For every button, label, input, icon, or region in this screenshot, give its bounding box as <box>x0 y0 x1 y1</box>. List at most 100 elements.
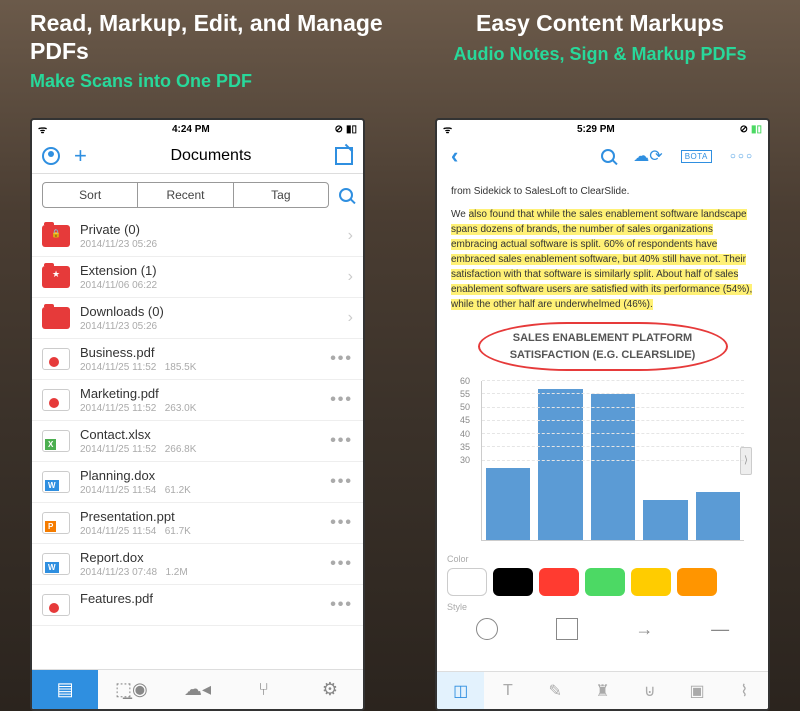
nav-title: Documents <box>170 147 251 165</box>
tab-share[interactable]: ⑂ <box>231 670 297 709</box>
style-palette: → ― <box>437 612 768 650</box>
file-more-button[interactable]: ••• <box>330 596 353 614</box>
tool-link[interactable]: ⌇ <box>721 672 768 709</box>
search-icon[interactable] <box>601 149 615 163</box>
file-icon <box>42 512 70 534</box>
chart-title: SALES ENABLEMENT PLATFORMSATISFACTION (E… <box>478 322 728 371</box>
file-row[interactable]: Features.pdf ••• <box>32 585 363 626</box>
color-palette <box>437 564 768 600</box>
status-bar: ᯤ 4:24 PM ⊘▮▯ <box>32 120 363 138</box>
orientation-lock-icon: ⊘ <box>335 124 343 135</box>
tab-settings[interactable]: ⚙ <box>297 670 363 709</box>
document-body[interactable]: from Sidekick to SalesLoft to ClearSlide… <box>437 174 768 551</box>
file-row[interactable]: Planning.dox 2014/11/25 11:54 61.2K ••• <box>32 462 363 503</box>
folder-row[interactable]: Private (0)2014/11/23 05:26› <box>32 216 363 257</box>
color-swatch[interactable] <box>631 568 671 596</box>
file-icon <box>42 594 70 616</box>
folder-row[interactable]: Extension (1) 2014/11/06 06:22 › <box>32 257 363 298</box>
markup-tabbar: ◫ T ✎ ♜ ⊍ ▣ ⌇ <box>437 671 768 709</box>
tool-text[interactable]: T <box>484 672 531 709</box>
file-name: Planning.dox <box>80 468 320 483</box>
file-name: Contact.xlsx <box>80 427 320 442</box>
nav-bar: + Documents <box>32 138 363 174</box>
file-icon <box>42 348 70 370</box>
color-swatch[interactable] <box>493 568 533 596</box>
file-more-button[interactable]: ••• <box>330 432 353 450</box>
file-row[interactable]: Marketing.pdf2014/11/25 11:52 263.0K••• <box>32 380 363 421</box>
color-swatch[interactable] <box>447 568 487 596</box>
chart-ytick: 40 <box>460 427 470 441</box>
file-more-button[interactable]: ••• <box>330 514 353 532</box>
tab-camera[interactable]: ⬚̲◉ <box>98 670 164 709</box>
chart-bar <box>591 394 635 540</box>
folder-row[interactable]: Downloads (0)2014/11/23 05:26› <box>32 298 363 339</box>
document-list[interactable]: Private (0)2014/11/23 05:26›Extension (1… <box>32 216 363 626</box>
file-more-button[interactable]: ••• <box>330 555 353 573</box>
cloud-sync-icon[interactable]: ☁⟳ <box>633 146 662 166</box>
folder-name: Extension (1) <box>80 263 338 278</box>
promo-right-title: Easy Content Markups <box>420 10 780 38</box>
file-row[interactable]: Report.dox2014/11/23 07:48 1.2M••• <box>32 544 363 585</box>
more-button[interactable]: ○○○ <box>730 151 754 162</box>
chart-ytick: 55 <box>460 388 470 402</box>
file-meta: 2014/11/25 11:54 61.2K <box>80 485 320 496</box>
tool-stamp[interactable]: ♜ <box>579 672 626 709</box>
cloud-download-icon: ☁◂ <box>184 679 211 700</box>
chevron-right-icon: › <box>348 268 353 286</box>
camera-icon: ⬚̲◉ <box>115 679 148 700</box>
style-line[interactable]: ― <box>711 619 729 640</box>
profile-icon[interactable] <box>42 147 60 165</box>
add-button[interactable]: + <box>74 143 87 169</box>
file-name: Business.pdf <box>80 345 320 360</box>
bota-button[interactable]: BOTA <box>681 150 712 163</box>
compose-button[interactable] <box>335 147 353 165</box>
color-swatch[interactable] <box>585 568 625 596</box>
search-icon[interactable] <box>339 188 353 202</box>
color-swatch[interactable] <box>677 568 717 596</box>
folder-icon <box>42 225 70 247</box>
tool-audio[interactable]: ⊍ <box>626 672 673 709</box>
segmented-control: Sort Recent Tag <box>42 182 329 208</box>
file-name: Presentation.ppt <box>80 509 320 524</box>
file-icon <box>42 389 70 411</box>
wifi-icon: ᯤ <box>443 122 452 136</box>
back-button[interactable]: ‹ <box>451 143 458 169</box>
status-time: 4:24 PM <box>172 124 210 135</box>
file-row[interactable]: Presentation.ppt2014/11/25 11:54 61.7K••… <box>32 503 363 544</box>
tool-shapes[interactable]: ◫ <box>437 672 484 709</box>
battery-icon: ▮▯ <box>751 124 762 135</box>
file-more-button[interactable]: ••• <box>330 391 353 409</box>
tab-documents[interactable]: ▤ <box>32 670 98 709</box>
style-arrow[interactable]: → <box>635 619 653 640</box>
folder-icon <box>42 266 70 288</box>
file-icon <box>42 553 70 575</box>
file-name: Features.pdf <box>80 591 320 606</box>
file-more-button[interactable]: ••• <box>330 350 353 368</box>
file-more-button[interactable]: ••• <box>330 473 353 491</box>
seg-recent[interactable]: Recent <box>138 183 233 207</box>
color-swatch[interactable] <box>539 568 579 596</box>
chart-ytick: 50 <box>460 401 470 415</box>
file-meta: 2014/11/25 11:52 266.8K <box>80 444 320 455</box>
folder-icon <box>42 307 70 329</box>
seg-sort[interactable]: Sort <box>43 183 138 207</box>
promo-left-title: Read, Markup, Edit, and Manage PDFs <box>30 10 390 65</box>
chart-resize-handle[interactable]: ⟩ <box>740 447 752 475</box>
file-name: Report.dox <box>80 550 320 565</box>
file-row[interactable]: Contact.xlsx 2014/11/25 11:52 266.8K ••• <box>32 421 363 462</box>
tool-image[interactable]: ▣ <box>673 672 720 709</box>
seg-tag[interactable]: Tag <box>234 183 328 207</box>
chart-bar <box>696 492 740 540</box>
style-square[interactable] <box>556 618 578 640</box>
style-label: Style <box>437 600 768 612</box>
file-row[interactable]: Business.pdf2014/11/25 11:52 185.5K••• <box>32 339 363 380</box>
folder-date: 2014/11/06 06:22 <box>80 280 338 291</box>
share-icon: ⑂ <box>258 679 269 700</box>
notes-icon: ▤ <box>57 679 74 700</box>
color-label: Color <box>437 551 768 564</box>
battery-icon: ▮▯ <box>346 124 357 135</box>
tab-cloud[interactable]: ☁◂ <box>164 670 230 709</box>
chart-bar <box>486 468 530 540</box>
tool-pen[interactable]: ✎ <box>532 672 579 709</box>
style-circle[interactable] <box>476 618 498 640</box>
